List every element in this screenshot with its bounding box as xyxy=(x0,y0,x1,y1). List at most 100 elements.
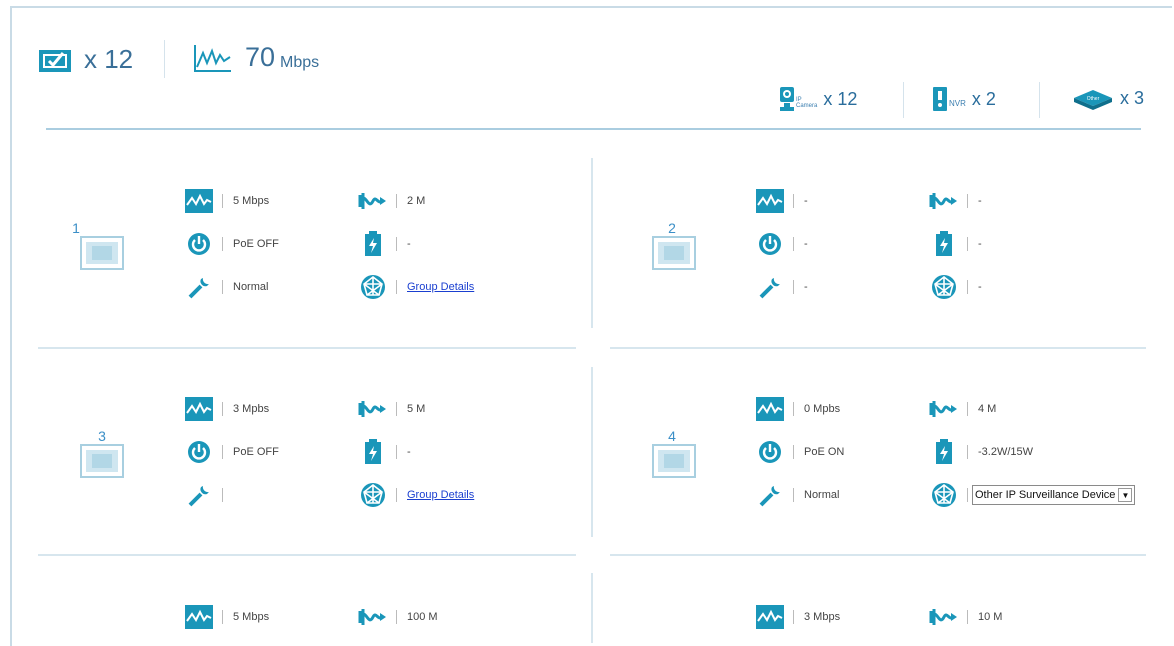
rate-icon xyxy=(185,397,213,421)
other-count-group: Other x 3 xyxy=(1072,86,1144,110)
port-traffic-row: 100 M xyxy=(358,603,438,631)
port-device-row: - xyxy=(929,273,982,301)
power-icon xyxy=(758,440,782,464)
port-rate-row: 5 Mbps xyxy=(184,187,269,215)
port-traffic-row: 4 M xyxy=(929,395,996,423)
column-divider xyxy=(591,158,593,328)
port-status: Normal xyxy=(804,489,840,501)
port-traffic: - xyxy=(978,195,982,207)
traffic-icon xyxy=(929,399,959,419)
wrench-icon xyxy=(188,276,211,299)
nvr-count-group: NVR x 2 xyxy=(932,86,996,112)
ethernet-port-icon xyxy=(652,444,696,478)
device-type-icon xyxy=(360,482,386,508)
port-device: - xyxy=(978,281,982,293)
chevron-down-icon: ▼ xyxy=(1118,488,1133,502)
port-traffic: 2 M xyxy=(407,195,426,207)
device-type-icon xyxy=(931,482,957,508)
port-rate-row: 0 Mpbs xyxy=(755,395,840,423)
port-traffic-row: - xyxy=(929,187,982,215)
port-status: - xyxy=(804,281,808,293)
port-device-row: Group Details xyxy=(358,481,474,509)
port-poe: PoE OFF xyxy=(233,238,279,250)
port-status-row: Normal xyxy=(184,273,268,301)
port-poe-row: PoE OFF xyxy=(184,438,279,466)
battery-icon xyxy=(365,231,381,256)
port-rate: 5 Mbps xyxy=(233,611,270,623)
power-icon xyxy=(187,232,211,256)
port-poe: PoE OFF xyxy=(233,446,279,458)
rate-icon xyxy=(756,189,784,213)
port-number: 2 xyxy=(668,220,676,236)
port-traffic: 100 M xyxy=(407,611,438,623)
rate-unit: Mbps xyxy=(280,53,320,71)
ip-camera-count-group: IP Camera x 12 xyxy=(779,86,857,112)
other-count: x 3 xyxy=(1120,87,1145,108)
column-divider xyxy=(591,367,593,537)
port-status: Normal xyxy=(233,281,269,293)
device-divider xyxy=(903,82,904,118)
other-label: Other xyxy=(1087,96,1100,102)
port-traffic: 4 M xyxy=(978,403,997,415)
wrench-icon xyxy=(759,276,782,299)
port-traffic: 5 M xyxy=(407,403,426,415)
device-divider xyxy=(1039,82,1040,118)
traffic-icon xyxy=(929,191,959,211)
port-power-row: -3.2W/15W xyxy=(929,438,1033,466)
power-icon xyxy=(758,232,782,256)
other-device-icon: Other xyxy=(1074,90,1112,110)
port-power: -3.2W/15W xyxy=(978,446,1034,458)
port-rate: 3 Mbps xyxy=(804,611,841,623)
port-poe-row: PoE OFF xyxy=(184,230,279,258)
battery-icon xyxy=(936,231,952,256)
device-type-icon xyxy=(360,274,386,300)
port-rate: 3 Mpbs xyxy=(233,403,270,415)
column-divider xyxy=(591,573,593,643)
device-type-value: Other IP Surveillance Device xyxy=(975,489,1116,501)
ethernet-port-icon xyxy=(652,236,696,270)
port-traffic-row: 10 M xyxy=(929,603,1002,631)
port-power-row: - xyxy=(929,230,982,258)
device-type-select[interactable]: Other IP Surveillance Device ▼ xyxy=(972,485,1136,505)
traffic-icon xyxy=(358,607,388,627)
port-rate-row: 3 Mpbs xyxy=(184,395,269,423)
port-traffic: 10 M xyxy=(978,611,1003,623)
port-power: - xyxy=(407,446,411,458)
wrench-icon xyxy=(188,484,211,507)
summary-divider xyxy=(164,40,165,78)
port-device-row: Group Details xyxy=(358,273,474,301)
port-poe: - xyxy=(804,238,808,250)
traffic-chart-icon xyxy=(194,44,231,72)
port-poe: PoE ON xyxy=(804,446,845,458)
port-status-row xyxy=(184,481,233,509)
rate-icon xyxy=(185,189,213,213)
port-power-row: - xyxy=(358,438,411,466)
port-number: 1 xyxy=(72,220,80,236)
nvr-icon xyxy=(933,87,947,111)
port-rate-row: 3 Mbps xyxy=(755,603,840,631)
port-rate: 0 Mpbs xyxy=(804,403,841,415)
port-power-row: - xyxy=(358,230,411,258)
port-count: x 12 xyxy=(84,44,134,74)
rate-icon xyxy=(756,397,784,421)
port-number: 3 xyxy=(98,428,106,444)
port-rate: - xyxy=(804,195,808,207)
rate-icon xyxy=(185,605,213,629)
ip-camera-label-2: Camera xyxy=(796,103,818,109)
port-rate-row: 5 Mbps xyxy=(184,603,269,631)
ip-camera-icon xyxy=(780,87,794,111)
battery-icon xyxy=(365,439,381,464)
port-summary: x 12 xyxy=(38,44,133,75)
rate-value: 70 xyxy=(245,42,276,72)
rate-icon xyxy=(756,605,784,629)
port-device-row: Other IP Surveillance Device ▼ xyxy=(929,481,1136,509)
row-divider xyxy=(610,347,1146,349)
row-divider xyxy=(38,347,576,349)
port-poe-row: PoE ON xyxy=(755,438,844,466)
traffic-icon xyxy=(929,607,959,627)
nvr-count: x 2 xyxy=(971,88,996,109)
nvr-label: NVR xyxy=(949,99,966,108)
wrench-icon xyxy=(759,484,782,507)
group-details-link[interactable]: Group Details xyxy=(407,281,474,293)
group-details-link[interactable]: Group Details xyxy=(407,489,474,501)
